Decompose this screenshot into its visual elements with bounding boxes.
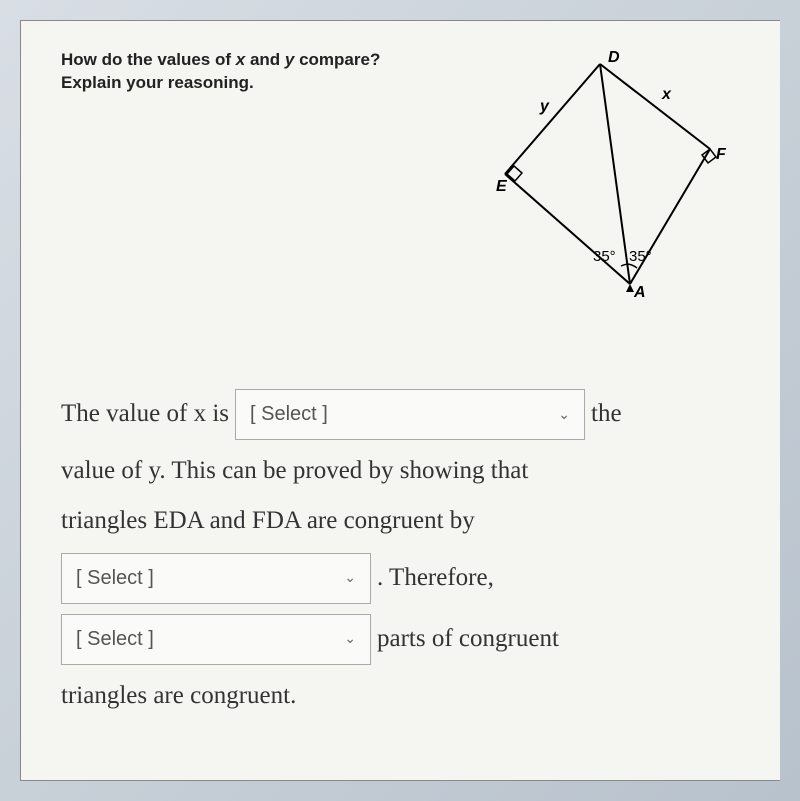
seg1: The value of x is xyxy=(61,391,229,437)
label-A: A xyxy=(633,284,646,301)
label-D: D xyxy=(608,49,620,66)
seg7: triangles are congruent. xyxy=(61,673,740,719)
geometry-diagram: D E F A y x 35° 35° xyxy=(480,49,740,309)
worksheet-container: How do the values of x and y compare? Ex… xyxy=(20,20,780,781)
select1-label: [ Select ] xyxy=(250,396,328,433)
chevron-down-icon: ⌄ xyxy=(344,626,356,652)
seg4: triangles EDA and FDA are congruent by xyxy=(61,498,740,544)
seg2: the xyxy=(591,391,622,437)
q-var-y: y xyxy=(285,50,294,69)
chevron-down-icon: ⌄ xyxy=(344,565,356,591)
label-angle-right: 35° xyxy=(629,248,652,265)
seg5: . Therefore, xyxy=(377,555,494,601)
label-F: F xyxy=(716,146,727,163)
label-y: y xyxy=(539,98,550,115)
seg3: value of y. This can be proved by showin… xyxy=(61,448,740,494)
label-angle-left: 35° xyxy=(593,248,616,265)
label-x: x xyxy=(661,86,672,103)
select-corresponding[interactable]: [ Select ] ⌄ xyxy=(61,614,371,665)
answer-area: The value of x is [ Select ] ⌄ the value… xyxy=(61,389,740,719)
q-text-2: and xyxy=(245,50,285,69)
chevron-down-icon: ⌄ xyxy=(558,402,570,428)
select2-label: [ Select ] xyxy=(76,560,154,597)
q-text-1: How do the values of xyxy=(61,50,236,69)
question-header: How do the values of x and y compare? Ex… xyxy=(61,49,740,309)
q-line2: Explain your reasoning. xyxy=(61,73,254,92)
question-prompt: How do the values of x and y compare? Ex… xyxy=(61,49,460,95)
select-congruence-theorem[interactable]: [ Select ] ⌄ xyxy=(61,553,371,604)
seg6: parts of congruent xyxy=(377,616,559,662)
select3-label: [ Select ] xyxy=(76,621,154,658)
select-comparison[interactable]: [ Select ] ⌄ xyxy=(235,389,585,440)
q-var-x: x xyxy=(236,50,245,69)
q-text-3: compare? xyxy=(294,50,380,69)
label-E: E xyxy=(496,178,508,195)
answer-line-1: The value of x is [ Select ] ⌄ the xyxy=(61,389,740,440)
answer-line-3: [ Select ] ⌄ parts of congruent xyxy=(61,614,740,665)
answer-line-2: [ Select ] ⌄ . Therefore, xyxy=(61,553,740,604)
